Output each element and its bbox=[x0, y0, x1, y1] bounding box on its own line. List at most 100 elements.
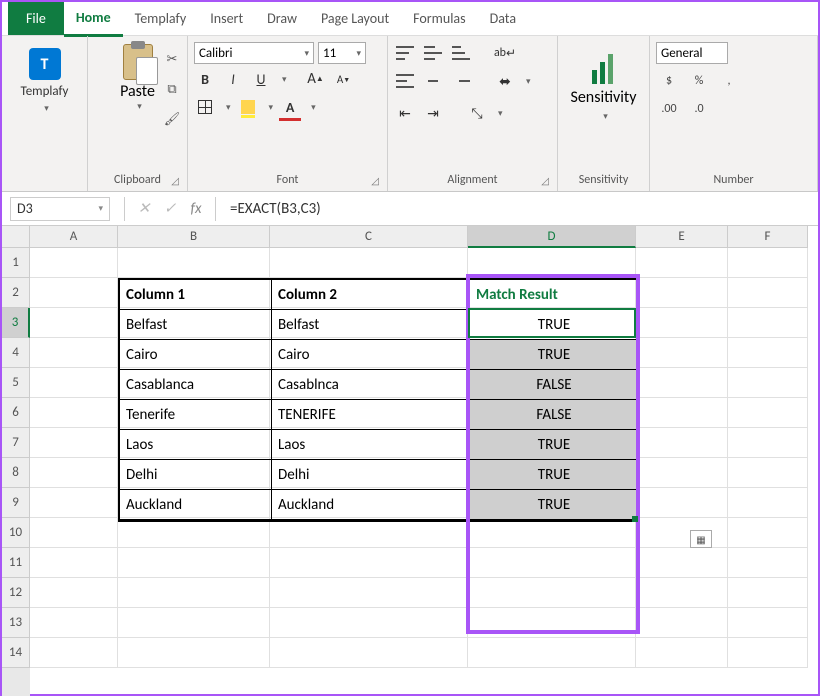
row-header[interactable]: 12 bbox=[2, 578, 30, 608]
tab-file[interactable]: File bbox=[8, 2, 64, 35]
table-header[interactable]: Column 1 bbox=[120, 280, 272, 310]
table-header[interactable]: Column 2 bbox=[272, 280, 470, 310]
sensitivity-button[interactable]: Sensitivity ▾ bbox=[564, 40, 643, 171]
align-left-button[interactable] bbox=[394, 70, 416, 92]
font-name-combo[interactable]: Calibri▾ bbox=[194, 42, 314, 64]
tab-data[interactable]: Data bbox=[478, 2, 528, 35]
tab-templafy[interactable]: Templafy bbox=[123, 2, 199, 35]
increase-font-button[interactable]: A▲ bbox=[305, 68, 327, 90]
row-header[interactable]: 10 bbox=[2, 518, 30, 548]
column-header[interactable]: C bbox=[270, 226, 468, 248]
cell[interactable]: FALSE bbox=[470, 370, 638, 400]
dialog-launcher-icon[interactable]: ◿ bbox=[371, 174, 379, 187]
cell[interactable]: Cairo bbox=[120, 340, 272, 370]
row-header[interactable]: 3 bbox=[2, 308, 30, 338]
row-header[interactable]: 8 bbox=[2, 458, 30, 488]
decrease-decimal-button[interactable]: .0 bbox=[686, 98, 712, 120]
align-middle-button[interactable] bbox=[422, 42, 444, 64]
row-header[interactable]: 9 bbox=[2, 488, 30, 518]
cells-area[interactable]: Column 1 Column 2 Match Result Belfast B… bbox=[30, 248, 818, 668]
table-header[interactable]: Match Result bbox=[470, 280, 638, 310]
cell[interactable]: Laos bbox=[272, 430, 470, 460]
chevron-down-icon[interactable]: ▾ bbox=[226, 102, 231, 113]
name-box[interactable]: D3▾ bbox=[10, 197, 110, 221]
cell[interactable]: Belfast bbox=[120, 310, 272, 340]
column-header[interactable]: F bbox=[728, 226, 808, 248]
cell[interactable]: Tenerife bbox=[120, 400, 272, 430]
row-header[interactable]: 5 bbox=[2, 368, 30, 398]
cell[interactable]: Cairo bbox=[272, 340, 470, 370]
increase-decimal-button[interactable]: .00 bbox=[656, 98, 682, 120]
align-top-button[interactable] bbox=[394, 42, 416, 64]
increase-indent-button[interactable]: ⇥ bbox=[422, 102, 444, 124]
cancel-formula-button[interactable]: ✕ bbox=[131, 199, 157, 218]
align-right-button[interactable] bbox=[450, 70, 472, 92]
italic-button[interactable]: I bbox=[222, 68, 244, 90]
cell[interactable]: TRUE bbox=[470, 310, 638, 340]
bold-button[interactable]: B bbox=[194, 68, 216, 90]
autofill-options-button[interactable]: ▦ bbox=[690, 530, 712, 548]
tab-formulas[interactable]: Formulas bbox=[401, 2, 477, 35]
row-header[interactable]: 6 bbox=[2, 398, 30, 428]
row-header[interactable]: 14 bbox=[2, 638, 30, 668]
decrease-indent-button[interactable]: ⇤ bbox=[394, 102, 416, 124]
chevron-down-icon[interactable]: ▾ bbox=[282, 74, 287, 85]
templafy-button[interactable]: T Templafy ▾ bbox=[8, 40, 81, 171]
percent-format-button[interactable]: % bbox=[686, 70, 712, 92]
copy-button[interactable]: ⧉ bbox=[163, 80, 181, 98]
column-header[interactable]: B bbox=[118, 226, 270, 248]
chevron-down-icon[interactable]: ▾ bbox=[526, 76, 531, 87]
cell[interactable]: Laos bbox=[120, 430, 272, 460]
cell[interactable]: TRUE bbox=[470, 490, 638, 520]
tab-insert[interactable]: Insert bbox=[198, 2, 255, 35]
column-header[interactable]: A bbox=[30, 226, 118, 248]
font-size-combo[interactable]: 11▾ bbox=[318, 42, 366, 64]
cell[interactable]: Auckland bbox=[120, 490, 272, 520]
cell[interactable]: TRUE bbox=[470, 340, 638, 370]
number-format-combo[interactable]: General bbox=[656, 42, 728, 64]
cell[interactable]: TRUE bbox=[470, 430, 638, 460]
row-header[interactable]: 7 bbox=[2, 428, 30, 458]
tab-page-layout[interactable]: Page Layout bbox=[309, 2, 401, 35]
formula-input[interactable]: =EXACT(B3,C3) bbox=[222, 200, 818, 218]
borders-button[interactable] bbox=[194, 96, 216, 118]
cell[interactable]: Delhi bbox=[272, 460, 470, 490]
wrap-text-button[interactable]: ab↵ bbox=[494, 42, 516, 64]
font-color-button[interactable]: A bbox=[279, 96, 301, 118]
cell[interactable]: Casablnca bbox=[272, 370, 470, 400]
dialog-launcher-icon[interactable]: ◿ bbox=[541, 174, 549, 187]
fx-button[interactable]: fx bbox=[183, 200, 209, 218]
chevron-down-icon[interactable]: ▾ bbox=[311, 102, 316, 113]
fill-handle[interactable] bbox=[632, 516, 638, 522]
select-all-corner[interactable] bbox=[2, 226, 30, 248]
accounting-format-button[interactable]: $ bbox=[656, 70, 682, 92]
row-header[interactable]: 4 bbox=[2, 338, 30, 368]
fill-color-button[interactable] bbox=[237, 96, 259, 118]
align-bottom-button[interactable] bbox=[450, 42, 472, 64]
merge-center-button[interactable]: ⬌ bbox=[494, 70, 516, 92]
row-header[interactable]: 1 bbox=[2, 248, 30, 278]
tab-home[interactable]: Home bbox=[64, 1, 123, 37]
grid[interactable]: A B C D E F Column 1 Co bbox=[30, 226, 818, 696]
row-header[interactable]: 13 bbox=[2, 608, 30, 638]
cell[interactable]: TRUE bbox=[470, 460, 638, 490]
align-center-button[interactable] bbox=[422, 70, 444, 92]
cell[interactable]: FALSE bbox=[470, 400, 638, 430]
dialog-launcher-icon[interactable]: ◿ bbox=[171, 174, 179, 187]
decrease-font-button[interactable]: A▼ bbox=[333, 68, 355, 90]
cell[interactable]: Delhi bbox=[120, 460, 272, 490]
comma-format-button[interactable]: , bbox=[716, 70, 742, 92]
column-header[interactable]: E bbox=[636, 226, 728, 248]
column-header[interactable]: D bbox=[468, 226, 636, 248]
orientation-button[interactable]: ⤡ bbox=[466, 102, 488, 124]
cell[interactable]: Belfast bbox=[272, 310, 470, 340]
tab-draw[interactable]: Draw bbox=[255, 2, 309, 35]
row-header[interactable]: 2 bbox=[2, 278, 30, 308]
chevron-down-icon[interactable]: ▾ bbox=[269, 102, 274, 113]
format-painter-button[interactable]: 🖌 bbox=[163, 110, 181, 128]
row-header[interactable]: 11 bbox=[2, 548, 30, 578]
cut-button[interactable]: ✂ bbox=[163, 50, 181, 68]
underline-button[interactable]: U bbox=[250, 68, 272, 90]
enter-formula-button[interactable]: ✓ bbox=[157, 199, 183, 218]
cell[interactable]: Auckland bbox=[272, 490, 470, 520]
